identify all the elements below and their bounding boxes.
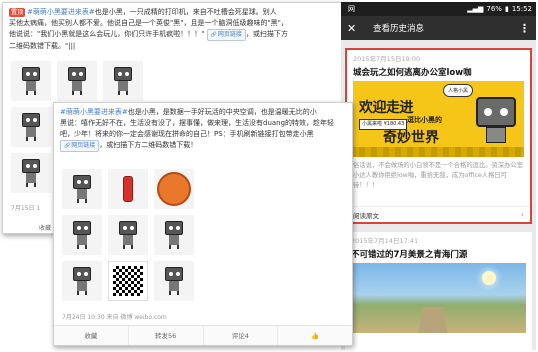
read-original-row[interactable]: 阅读原文 › bbox=[347, 206, 530, 222]
post-image[interactable] bbox=[154, 215, 194, 255]
cover-skyline bbox=[353, 147, 524, 157]
article-summary: 俗话说，不会做场的小白领不是一个合格的逗比。资深办公室小达人教你拒绝low咖，重… bbox=[353, 162, 524, 189]
post-image[interactable] bbox=[154, 169, 194, 209]
signal-icon: ▂▄▆ bbox=[467, 5, 484, 13]
post-image[interactable] bbox=[62, 261, 102, 301]
post-image[interactable] bbox=[62, 169, 102, 209]
qr-code-image[interactable] bbox=[108, 261, 148, 301]
post-image[interactable] bbox=[108, 169, 148, 209]
robot-sticker bbox=[20, 113, 42, 141]
cover-badge: 小黑来啦 ¥180.43 bbox=[359, 119, 408, 130]
robot-sticker bbox=[20, 67, 42, 95]
post-line: 也是小黑，一只成精的打印机，来自不吐槽会死星球。别人 bbox=[94, 8, 277, 16]
favorite-button[interactable]: 收藏 bbox=[39, 223, 51, 232]
lion-dance-sticker bbox=[157, 172, 191, 206]
article-card[interactable]: 2015年7月15日19:00 城会玩之如何逃离办公室low咖 人格小黑 欢迎走… bbox=[345, 48, 532, 224]
hashtag-link[interactable]: #萌萌小黑要进来表# bbox=[27, 8, 95, 16]
comment-button[interactable]: 评论4 bbox=[204, 326, 279, 345]
post-line: 黑说：嘻作无好不在，生活没有没了，摆事懂，做来理，生活没有duang的特效，趁年… bbox=[60, 119, 335, 127]
battery-label: 76% bbox=[486, 5, 502, 13]
post-image[interactable] bbox=[154, 261, 194, 301]
firecracker-sticker bbox=[123, 176, 133, 202]
more-icon[interactable]: ⋮ bbox=[519, 22, 530, 35]
post-image[interactable] bbox=[11, 107, 51, 147]
post-line: ，或扫描下方二维码数错下载！ bbox=[99, 141, 198, 149]
post-line: 二维码数错下载。"||| bbox=[9, 42, 76, 50]
close-icon[interactable]: ✕ bbox=[347, 22, 365, 35]
battery-icon: ▮ bbox=[504, 5, 509, 13]
post-meta: 7月24日 10:30 来自 微博 weibo.com bbox=[62, 314, 167, 321]
robot-sticker bbox=[20, 159, 42, 187]
robot-sticker bbox=[66, 67, 88, 95]
post-image[interactable] bbox=[11, 153, 51, 193]
post-image[interactable] bbox=[108, 215, 148, 255]
post-image[interactable] bbox=[11, 61, 51, 101]
qr-code-icon bbox=[113, 266, 143, 296]
post-action-bar: 收藏 转发56 评论4 👍 bbox=[54, 325, 352, 345]
pinned-badge: 置顶 bbox=[9, 8, 26, 17]
article-date: 2015年7月14日17:41 bbox=[351, 237, 419, 245]
post-line: 吧，少年！将来的你一定会感谢现在拼命的自己！PS：手机刷新链接打包带走小黑 bbox=[60, 130, 314, 138]
page-title: 查看历史消息 bbox=[373, 24, 425, 34]
cover-subline: 逗比小黑的 bbox=[407, 116, 442, 124]
robot-sticker bbox=[163, 221, 185, 249]
post-text: #萌萌小黑要进来表#也是小黑，是数据一手好玩活的中央空调，也是温暖无比的小 黑说… bbox=[60, 107, 352, 152]
post-image[interactable] bbox=[62, 215, 102, 255]
robot-sticker bbox=[71, 267, 93, 295]
post-text: 置顶 #萌萌小黑要进来表#也是小黑，一只成精的打印机，来自不吐槽会死星球。别人 买… bbox=[9, 7, 349, 52]
status-bar: 网 ▂▄▆ 76% ▮ 15:52 bbox=[341, 2, 536, 16]
robot-sticker bbox=[71, 221, 93, 249]
cover-bubble: 人格小黑 bbox=[443, 84, 474, 97]
repost-button[interactable]: 转发56 bbox=[129, 326, 204, 345]
cover-headline: 奇妙世界 bbox=[383, 130, 439, 146]
robot-mascot-icon bbox=[474, 97, 518, 149]
web-link[interactable]: 网页链接 bbox=[206, 29, 246, 41]
article-cover-image[interactable] bbox=[351, 263, 526, 333]
favorite-button[interactable]: 收藏 bbox=[54, 326, 129, 345]
robot-sticker bbox=[71, 175, 93, 203]
cover-headline: 欢迎走进 bbox=[359, 100, 414, 116]
web-link[interactable]: 网页链接 bbox=[60, 140, 100, 152]
hashtag-link[interactable]: #萌萌小黑要进来表# bbox=[60, 108, 128, 116]
post-line: 也是小黑，是数据一手好玩活的中央空调，也是温暖无比的小 bbox=[127, 108, 317, 116]
robot-sticker bbox=[163, 267, 185, 295]
article-card[interactable]: 2015年7月14日17:41 不可错过的7月美景之青海门源 bbox=[345, 232, 532, 350]
article-title[interactable]: 不可错过的7月美景之青海门源 bbox=[345, 245, 532, 263]
post-line: 买他太病痛，他买别人都不爱。他说自己是一个英俊"黑"，且是一个脑洞低级趣味的"黑… bbox=[9, 19, 288, 27]
article-title[interactable]: 城会玩之如何逃离办公室low咖 bbox=[347, 63, 530, 81]
title-bar: ✕ 查看历史消息 ⋮ bbox=[341, 16, 536, 40]
read-original-label: 阅读原文 bbox=[353, 211, 379, 220]
post-image[interactable] bbox=[103, 61, 143, 101]
phone-screen: 网 ▂▄▆ 76% ▮ 15:52 ✕ 查看历史消息 ⋮ 2015年7月15日1… bbox=[341, 2, 536, 350]
like-button[interactable]: 👍 bbox=[278, 326, 352, 345]
post-image[interactable] bbox=[57, 61, 97, 101]
post-line: ，或扫描下方 bbox=[245, 30, 288, 38]
article-cover-image[interactable]: 人格小黑 欢迎走进 逗比小黑的 奇妙世界 小黑来啦 ¥180.43 bbox=[353, 81, 524, 157]
weibo-post-front: #萌萌小黑要进来表#也是小黑，是数据一手好玩活的中央空调，也是温暖无比的小 黑说… bbox=[53, 102, 353, 346]
post-meta: 7月15日 1 bbox=[11, 205, 41, 212]
clock-label: 15:52 bbox=[511, 5, 532, 13]
chevron-right-icon: › bbox=[520, 210, 524, 219]
carrier-label: 网 bbox=[348, 5, 355, 13]
post-line: 他说说："我们小黑就是这么会玩儿，你们只许手机疯啦！！！" bbox=[9, 30, 205, 38]
robot-sticker bbox=[112, 67, 134, 95]
sun-shape bbox=[482, 271, 496, 285]
article-date: 2015年7月15日19:00 bbox=[353, 55, 421, 63]
road-shape bbox=[418, 307, 448, 333]
robot-sticker bbox=[117, 221, 139, 249]
